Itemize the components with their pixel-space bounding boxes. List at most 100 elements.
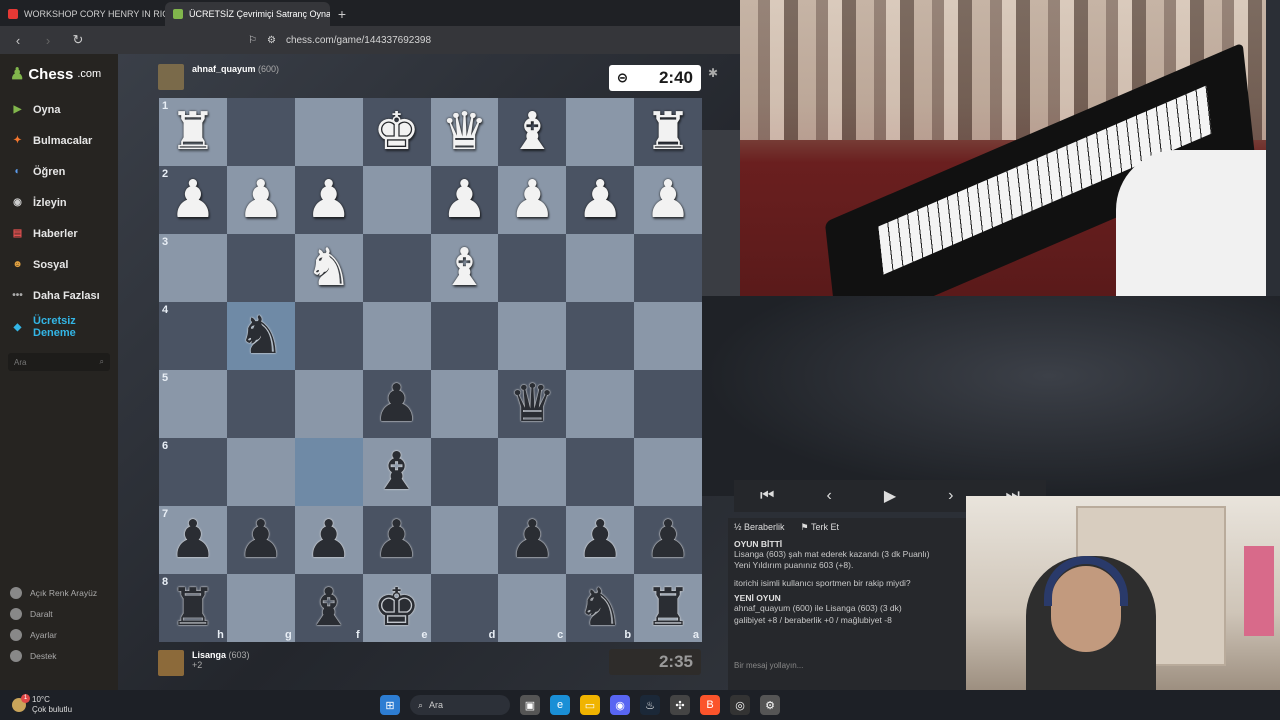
board-square[interactable]: ♟ <box>430 166 499 234</box>
board-square[interactable] <box>498 234 567 302</box>
board-square[interactable]: ♜ <box>634 98 702 166</box>
bottom-player-name[interactable]: Lisanga <box>192 650 226 660</box>
board-square[interactable]: ♟ <box>634 166 702 234</box>
taskbar-search[interactable]: ⌕ Ara <box>410 695 510 715</box>
sidebar-bottom-item-3[interactable]: Destek <box>0 645 97 666</box>
board-square[interactable] <box>566 234 635 302</box>
board-square[interactable] <box>430 370 499 438</box>
board-square[interactable] <box>566 98 635 166</box>
search-icon[interactable]: ⌕ <box>100 357 104 367</box>
board-square[interactable]: 6 <box>159 438 227 506</box>
board-square[interactable] <box>430 438 499 506</box>
board-square[interactable] <box>362 166 431 234</box>
previous-move-button[interactable]: ‹ <box>826 487 831 505</box>
board-square[interactable] <box>634 370 702 438</box>
black-queen-piece[interactable]: ♛ <box>509 378 556 430</box>
url-field[interactable]: ⚐ ⚙ chess.com/game/144337692398 <box>248 35 431 46</box>
next-move-button[interactable]: › <box>948 487 953 505</box>
board-square[interactable] <box>430 506 499 574</box>
board-square[interactable]: ♟ <box>226 166 295 234</box>
black-knight-piece[interactable]: ♞ <box>577 582 624 634</box>
board-square[interactable]: ♞ <box>226 302 295 370</box>
settings-app-icon[interactable]: ⚙ <box>760 695 780 715</box>
board-square[interactable]: e ♚ <box>362 574 431 642</box>
first-move-button[interactable]: ⏮ <box>760 487 774 505</box>
sidebar-item-3[interactable]: ◉ İzleyin <box>0 187 118 218</box>
discord-icon[interactable]: ◉ <box>610 695 630 715</box>
board-square[interactable]: ♟ <box>362 506 431 574</box>
board-square[interactable] <box>498 438 567 506</box>
app-icon[interactable]: ✣ <box>670 695 690 715</box>
board-square[interactable] <box>634 302 702 370</box>
edge-icon[interactable]: e <box>550 695 570 715</box>
sidebar-item-2[interactable]: ◐ Öğren <box>0 156 118 187</box>
board-square[interactable]: 1 ♜ <box>159 98 227 166</box>
board-settings-icon[interactable]: ✱ <box>708 66 718 80</box>
board-square[interactable] <box>634 234 702 302</box>
board-square[interactable] <box>294 438 363 506</box>
board-square[interactable]: 5 <box>159 370 227 438</box>
black-pawn-piece[interactable]: ♟ <box>577 514 624 566</box>
white-rook-piece[interactable]: ♜ <box>645 106 692 158</box>
board-square[interactable]: ♛ <box>498 370 567 438</box>
browser-tab-chess[interactable]: ÜCRETSİZ Çevrimiçi Satranç Oyna × <box>165 2 330 26</box>
white-knight-piece[interactable]: ♞ <box>305 242 352 294</box>
chess-board[interactable]: 1 ♜ ♚ ♛ ♝ ♜ 2 ♟ ♟ ♟ ♟ ♟ ♟ ♟ 3 ♞ ♝ 4 ♞ 5 ♟ ♛ 6 ♝ 7 ♟ ♟ ♟ ♟ ♟ ♟ ♟ 8 h ♜ g f ♝ e ♚… <box>159 98 702 642</box>
white-pawn-piece[interactable]: ♟ <box>170 174 217 226</box>
chat-input[interactable]: Bir mesaj yollayın... <box>734 661 803 670</box>
white-king-piece[interactable]: ♚ <box>373 106 420 158</box>
back-icon[interactable]: ‹ <box>8 30 28 50</box>
white-pawn-piece[interactable]: ♟ <box>238 174 285 226</box>
board-square[interactable]: ♟ <box>294 166 363 234</box>
top-player-avatar[interactable] <box>158 64 184 90</box>
white-pawn-piece[interactable]: ♟ <box>509 174 556 226</box>
board-square[interactable]: ♝ <box>498 98 567 166</box>
obs-icon[interactable]: ◎ <box>730 695 750 715</box>
black-pawn-piece[interactable]: ♟ <box>170 514 217 566</box>
white-queen-piece[interactable]: ♛ <box>441 106 488 158</box>
play-button[interactable]: ▶ <box>884 486 896 506</box>
board-square[interactable] <box>226 234 295 302</box>
board-square[interactable] <box>362 234 431 302</box>
bottom-player-avatar[interactable] <box>158 650 184 676</box>
browser-tab-workshop[interactable]: WORKSHOP CORY HENRY IN RIO × <box>0 2 165 26</box>
file-explorer-icon[interactable]: ▭ <box>580 695 600 715</box>
steam-icon[interactable]: ♨ <box>640 695 660 715</box>
board-square[interactable]: ♟ <box>498 506 567 574</box>
black-bishop-piece[interactable]: ♝ <box>305 582 352 634</box>
board-square[interactable] <box>430 302 499 370</box>
board-square[interactable]: c <box>498 574 567 642</box>
board-square[interactable] <box>634 438 702 506</box>
weather-widget[interactable]: 1 10°C Çok bulutlu <box>0 694 72 714</box>
reload-icon[interactable]: ↻ <box>68 30 88 50</box>
board-square[interactable]: b ♞ <box>566 574 635 642</box>
sidebar-bottom-item-1[interactable]: Daralt <box>0 603 97 624</box>
board-square[interactable]: ♚ <box>362 98 431 166</box>
sidebar-bottom-item-0[interactable]: Açık Renk Arayüz <box>0 582 97 603</box>
board-square[interactable] <box>362 302 431 370</box>
black-pawn-piece[interactable]: ♟ <box>645 514 692 566</box>
white-bishop-piece[interactable]: ♝ <box>509 106 556 158</box>
board-square[interactable]: ♟ <box>566 166 635 234</box>
board-square[interactable] <box>498 302 567 370</box>
white-rook-piece[interactable]: ♜ <box>170 106 217 158</box>
white-bishop-piece[interactable]: ♝ <box>441 242 488 294</box>
board-square[interactable]: ♟ <box>226 506 295 574</box>
sidebar-item-1[interactable]: ✦ Bulmacalar <box>0 125 118 156</box>
site-info-icon[interactable]: ⚙ <box>267 35 276 46</box>
board-square[interactable] <box>226 98 295 166</box>
start-icon[interactable]: ⊞ <box>380 695 400 715</box>
board-square[interactable] <box>226 370 295 438</box>
draw-button[interactable]: ½ Beraberlik <box>734 522 785 533</box>
board-square[interactable]: ♞ <box>294 234 363 302</box>
board-square[interactable]: a ♜ <box>634 574 702 642</box>
new-tab-button[interactable]: + <box>330 2 354 26</box>
sidebar-bottom-item-2[interactable]: Ayarlar <box>0 624 97 645</box>
black-king-piece[interactable]: ♚ <box>373 582 420 634</box>
board-square[interactable]: ♟ <box>566 506 635 574</box>
free-trial-link[interactable]: ◆ Ücretsiz Deneme <box>0 311 118 345</box>
white-pawn-piece[interactable]: ♟ <box>441 174 488 226</box>
board-square[interactable]: 2 ♟ <box>159 166 227 234</box>
sidebar-search-input[interactable]: Ara ⌕ <box>8 353 110 371</box>
brave-icon[interactable]: B <box>700 695 720 715</box>
